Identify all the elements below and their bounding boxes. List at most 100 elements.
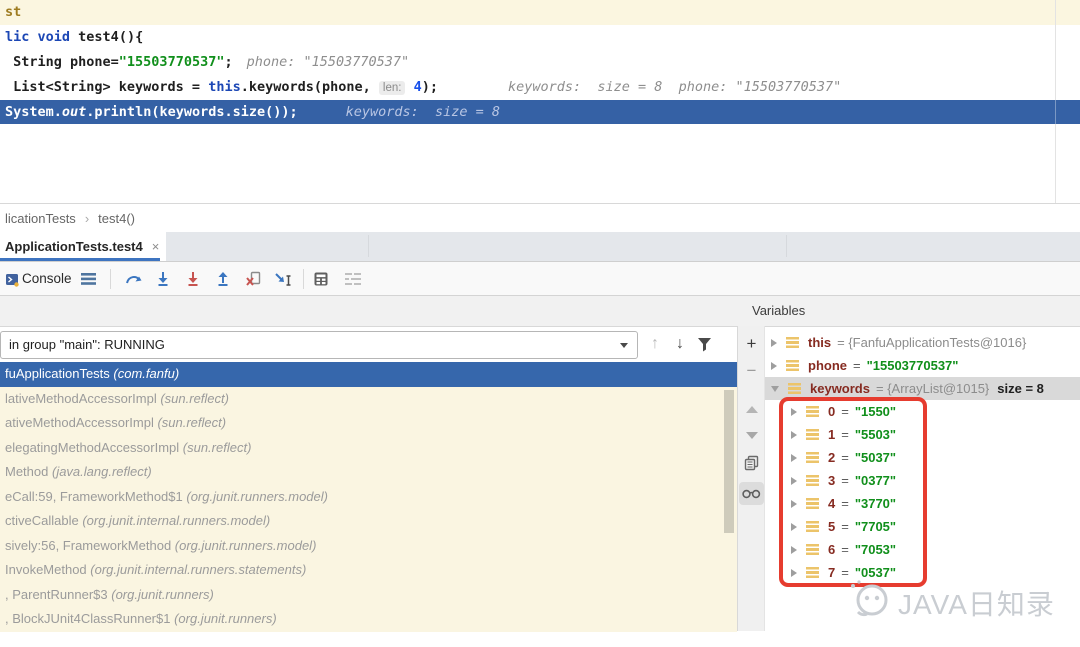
expander-right-icon[interactable]: [771, 361, 777, 370]
right-margin-guide: [1055, 0, 1056, 100]
console-tab-button[interactable]: [1, 268, 23, 290]
add-watch-button[interactable]: +: [738, 333, 765, 355]
frame-row[interactable]: sively:56, FrameworkMethod (org.junit.ru…: [0, 534, 737, 559]
frame-row[interactable]: , ParentRunner$3 (org.junit.runners): [0, 583, 737, 608]
expander-right-icon[interactable]: [791, 476, 797, 485]
duplicate-button[interactable]: [738, 452, 765, 474]
active-tab-underline: [0, 258, 160, 261]
chevron-right-icon: ›: [84, 211, 90, 226]
thread-selector-dropdown[interactable]: in group "main": RUNNING: [0, 331, 638, 359]
frame-package: (java.lang.reflect): [51, 464, 152, 479]
tab-applicationtests-test4[interactable]: ApplicationTests.test4 ×: [0, 232, 166, 261]
frames-scrollbar-thumb[interactable]: [724, 390, 734, 533]
variable-row-keywords[interactable]: keywords = {ArrayList@1015} size = 8: [765, 377, 1080, 400]
value-bars-icon: [806, 475, 819, 486]
expander-right-icon[interactable]: [791, 453, 797, 462]
equals-sign: =: [841, 473, 849, 488]
frame-row[interactable]: Method (java.lang.reflect): [0, 460, 737, 485]
array-item-row[interactable]: 0 = "1550": [765, 400, 1080, 423]
watermark-logo-icon: [851, 580, 888, 617]
evaluate-expression-button[interactable]: [310, 268, 332, 290]
step-over-icon: [125, 276, 141, 284]
minus-icon: −: [746, 361, 757, 380]
expander-right-icon[interactable]: [791, 499, 797, 508]
item-index: 4: [828, 496, 836, 511]
threads-view-button[interactable]: [77, 268, 99, 290]
step-into-button[interactable]: [152, 268, 174, 290]
glasses-icon: [742, 489, 761, 499]
previous-frame-button[interactable]: ↑: [645, 332, 665, 356]
frame-package: (sun.reflect): [182, 439, 252, 455]
array-item-row[interactable]: 2 = "5037": [765, 446, 1080, 469]
frame-class: ctiveCallable: [5, 513, 83, 528]
variable-row-phone[interactable]: phone = "15503770537": [765, 354, 1080, 377]
array-item-row[interactable]: 1 = "5503": [765, 423, 1080, 446]
expander-right-icon[interactable]: [791, 430, 797, 439]
frame-row[interactable]: InvokeMethod (org.junit.internal.runners…: [0, 558, 737, 583]
chevron-down-icon: [745, 431, 758, 439]
item-value: "5503": [854, 427, 897, 442]
toolbar-separator: [303, 269, 304, 289]
expander-right-icon[interactable]: [771, 338, 777, 347]
expander-right-icon[interactable]: [791, 522, 797, 531]
code-line-keywords: List<String> keywords = this.keywords(ph…: [0, 75, 1080, 100]
inline-debugger-hint: phone: "15503770537": [246, 54, 410, 70]
step-out-button[interactable]: [212, 268, 234, 290]
keyword-token: void: [37, 29, 71, 45]
code-token: String phone=: [5, 54, 119, 70]
array-item-row[interactable]: 3 = "0377": [765, 469, 1080, 492]
code-token: System.: [5, 104, 62, 120]
toolbar-separator: [110, 269, 111, 289]
frame-row[interactable]: ativeMethodAccessorImpl (sun.reflect): [0, 411, 737, 436]
breadcrumb: licationTests › test4(): [0, 203, 1080, 232]
force-step-into-button[interactable]: [182, 268, 204, 290]
expander-down-icon[interactable]: [771, 385, 779, 392]
step-over-button[interactable]: [122, 268, 144, 290]
frame-class: lativeMethodAccessorImpl: [5, 390, 161, 406]
variable-row-this[interactable]: this = {FanfuApplicationTests@1016}: [765, 331, 1080, 354]
expander-right-icon[interactable]: [791, 407, 797, 416]
layout-settings-button[interactable]: [342, 268, 364, 290]
next-frame-button[interactable]: ↓: [670, 332, 690, 356]
drop-frame-button[interactable]: [242, 268, 264, 290]
frame-row[interactable]: lativeMethodAccessorImpl (sun.reflect): [0, 387, 737, 412]
breadcrumb-class[interactable]: licationTests: [5, 211, 76, 226]
value-bars-icon: [786, 360, 799, 371]
field-token: out: [61, 104, 87, 120]
expander-right-icon[interactable]: [791, 545, 797, 554]
item-index: 2: [828, 450, 836, 465]
frame-package: (org.junit.runners.model): [174, 537, 317, 553]
frame-row[interactable]: eCall:59, FrameworkMethod$1 (org.junit.r…: [0, 485, 737, 510]
hide-frames-filter-button[interactable]: [694, 332, 714, 356]
run-to-cursor-button[interactable]: [272, 268, 294, 290]
remove-watch-button[interactable]: −: [738, 360, 765, 382]
debug-tab-bar: ApplicationTests.test4 ×: [0, 232, 1080, 262]
show-watches-button[interactable]: [739, 482, 764, 505]
array-item-row[interactable]: 5 = "7705": [765, 515, 1080, 538]
equals-sign: =: [853, 358, 861, 373]
move-up-button[interactable]: [738, 398, 765, 420]
value-bars-icon: [806, 567, 819, 578]
array-item-row[interactable]: 4 = "3770": [765, 492, 1080, 515]
item-value: "5037": [854, 450, 897, 465]
move-down-button[interactable]: [738, 424, 765, 446]
plus-icon: +: [746, 334, 757, 353]
close-icon[interactable]: ×: [152, 239, 160, 254]
equals-sign: =: [841, 450, 849, 465]
thread-selector-value: in group "main": RUNNING: [9, 337, 165, 352]
right-margin-guide: [1055, 100, 1056, 124]
array-item-row[interactable]: 6 = "7053": [765, 538, 1080, 561]
array-item-row[interactable]: 7 = "0537": [765, 561, 1080, 584]
equals-sign: =: [841, 404, 849, 419]
breadcrumb-method[interactable]: test4(): [98, 211, 135, 226]
frame-row[interactable]: , BlockJUnit4ClassRunner$1 (org.junit.ru…: [0, 607, 737, 632]
expander-right-icon[interactable]: [791, 568, 797, 577]
right-margin-guide: [1055, 124, 1056, 203]
frame-row[interactable]: ctiveCallable (org.junit.internal.runner…: [0, 509, 737, 534]
frame-class: Method: [5, 464, 52, 479]
frame-row-selected[interactable]: fuApplicationTests (com.fanfu): [0, 362, 737, 387]
frame-row[interactable]: elegatingMethodAccessorImpl (sun.reflect…: [0, 436, 737, 461]
variable-value: = {ArrayList@1015}: [875, 381, 990, 396]
code-token: );: [421, 79, 438, 95]
item-value: "3770": [854, 496, 897, 511]
